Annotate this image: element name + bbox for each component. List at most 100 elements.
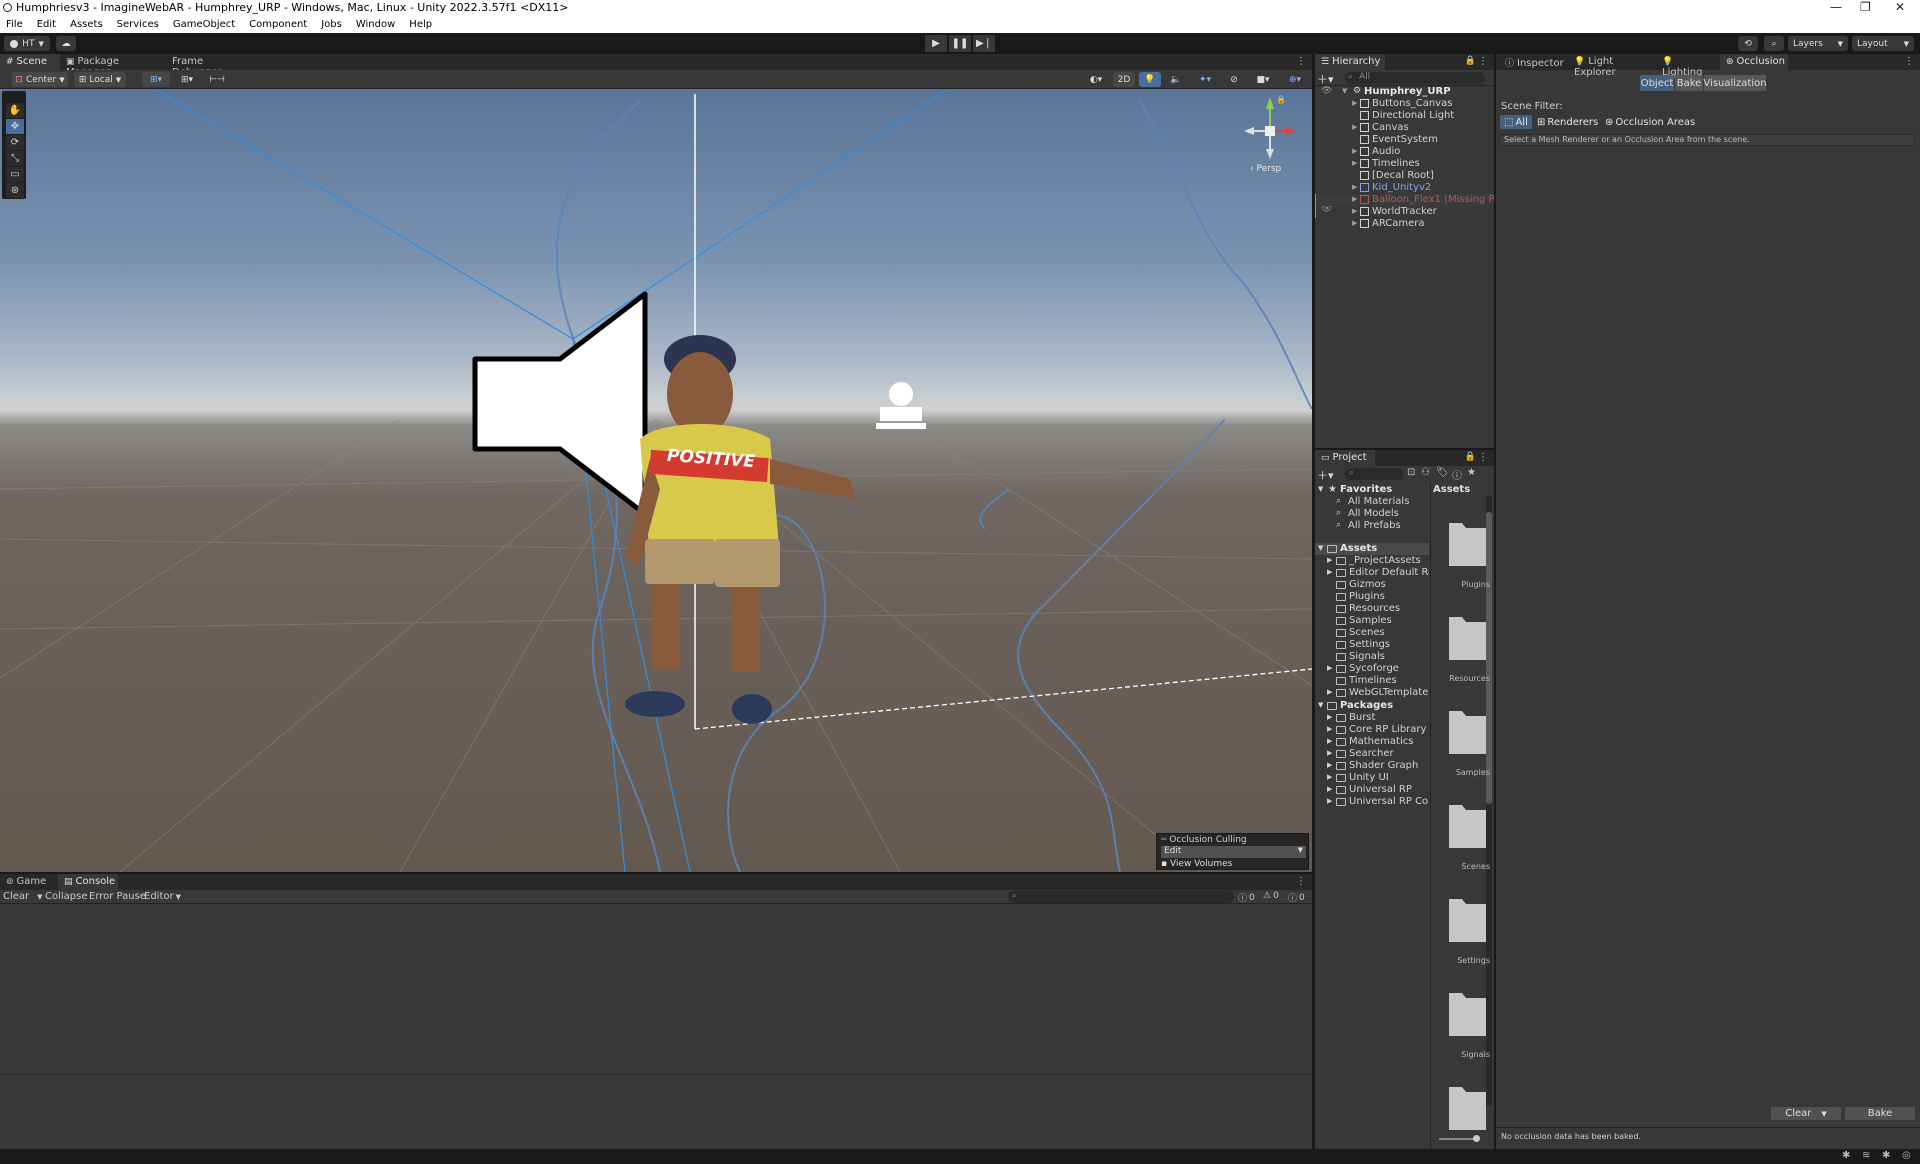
clear-bake-dropdown[interactable]: Clear ▼	[1771, 1107, 1841, 1120]
more-options-icon[interactable]: ⋮	[1296, 876, 1306, 887]
hierarchy-item[interactable]: ▶ Buttons_Canvas	[1315, 98, 1494, 110]
rect-tool-icon[interactable]: ▭	[6, 167, 24, 182]
favorite-item[interactable]: ⌕ All Prefabs	[1315, 520, 1429, 532]
maximize-button[interactable]: ❐	[1860, 0, 1871, 14]
favorites-header[interactable]: ▼ ★ Favorites	[1315, 484, 1429, 496]
error-count-toggle[interactable]: ⓘ 0	[1288, 891, 1305, 905]
expand-arrow-icon[interactable]: ▶	[1352, 207, 1357, 215]
expand-arrow-icon[interactable]: ▶	[1327, 664, 1332, 672]
asset-folder-item[interactable]: Scenes	[1315, 627, 1429, 639]
asset-folder-item[interactable]: Samples	[1315, 615, 1429, 627]
occlusion-bake-tab[interactable]: Bake	[1675, 75, 1703, 91]
asset-folder-item[interactable]: ▶ _ProjectAssets	[1315, 555, 1429, 567]
hidden-objects-toggle[interactable]: ⊘	[1223, 72, 1245, 87]
expand-arrow-icon[interactable]: ▶	[1352, 123, 1357, 131]
expand-arrow-icon[interactable]: ▶	[1352, 183, 1357, 191]
persp-label[interactable]: ‹ Persp	[1250, 164, 1281, 174]
tab-package-manager[interactable]: ▣Package Manager	[60, 54, 162, 78]
menu-gameobject[interactable]: GameObject	[166, 16, 242, 30]
tab-occlusion[interactable]: ⊛ Occlusion	[1720, 54, 1788, 70]
more-options-icon[interactable]: ⋮	[1478, 452, 1488, 463]
hierarchy-item[interactable]: [Decal Root]	[1315, 170, 1494, 182]
menu-services[interactable]: Services	[110, 16, 166, 30]
play-button[interactable]: ▶	[925, 35, 947, 52]
filter-all-button[interactable]: ⬚ All	[1500, 115, 1532, 129]
light-gizmo[interactable]	[876, 382, 926, 429]
hierarchy-item[interactable]: ▶ Audio	[1315, 146, 1494, 158]
expand-arrow-icon[interactable]: ▶	[1327, 556, 1332, 564]
package-item[interactable]: ▶ Shader Graph	[1315, 760, 1429, 772]
account-dropdown[interactable]: HT ▼	[4, 36, 50, 51]
package-item[interactable]: ▶ Core RP Library	[1315, 724, 1429, 736]
lighting-toggle[interactable]: 💡	[1139, 72, 1161, 87]
expand-arrow-icon[interactable]: ▶	[1327, 761, 1332, 769]
progress-icon[interactable]: ≋	[1862, 1150, 1870, 1161]
hierarchy-item[interactable]: Directional Light	[1315, 110, 1494, 122]
tab-scene[interactable]: # Scene	[0, 54, 60, 70]
audio-toggle[interactable]: 🔈	[1165, 72, 1187, 87]
asset-grid-folder[interactable]	[1448, 895, 1486, 943]
layout-dropdown[interactable]: Layout ▼	[1852, 36, 1914, 51]
packages-root[interactable]: ▼ Packages	[1315, 700, 1429, 712]
assets-root[interactable]: ▼ Assets	[1315, 543, 1429, 555]
search-by-type-icon[interactable]: ⊡	[1407, 467, 1415, 478]
star-icon[interactable]: ★	[1467, 467, 1476, 478]
package-item[interactable]: ▶ Universal RP	[1315, 784, 1429, 796]
bake-button[interactable]: Bake	[1845, 1107, 1915, 1120]
hierarchy-search-input[interactable]: ⌕ All	[1345, 72, 1485, 84]
hierarchy-item[interactable]: ▶ Balloon_Flex1 (Missing Prefab)	[1315, 194, 1494, 206]
orientation-gizmo[interactable]: 🔒	[1230, 95, 1300, 165]
asset-folder-item[interactable]: Plugins	[1315, 591, 1429, 603]
info-icon[interactable]: ⓘ	[1452, 467, 1462, 482]
asset-grid-folder[interactable]	[1448, 989, 1486, 1037]
expand-arrow-icon[interactable]: ▶	[1327, 797, 1332, 805]
clear-button[interactable]: Clear ▼	[3, 891, 43, 902]
asset-folder-item[interactable]: Resources	[1315, 603, 1429, 615]
tab-lighting[interactable]: 💡Lighting	[1656, 54, 1718, 78]
step-button[interactable]: ▶❘	[973, 35, 995, 52]
asset-grid-folder[interactable]	[1448, 707, 1486, 755]
package-item[interactable]: ▶ Universal RP Config	[1315, 796, 1429, 808]
package-item[interactable]: ▶ Unity UI	[1315, 772, 1429, 784]
tab-project[interactable]: ▭ Project	[1315, 450, 1375, 466]
bug-icon[interactable]: ✱	[1842, 1150, 1850, 1161]
info-count-toggle[interactable]: ⓘ 0	[1238, 891, 1255, 905]
expand-arrow-icon[interactable]: ▶	[1352, 147, 1357, 155]
asset-folder-item[interactable]: ▶ WebGLTemplates	[1315, 687, 1429, 699]
collapse-toggle[interactable]: Collapse	[45, 891, 88, 902]
occlusion-object-tab[interactable]: Object	[1640, 75, 1674, 91]
package-item[interactable]: ▶ Mathematics	[1315, 736, 1429, 748]
expand-arrow-icon[interactable]: ▶	[1327, 773, 1332, 781]
more-options-icon[interactable]: ⋮	[1904, 56, 1914, 67]
menu-file[interactable]: File	[0, 16, 30, 30]
move-tool-icon[interactable]: ✥	[6, 119, 24, 134]
filter-icon[interactable]: ⚇	[1421, 467, 1430, 478]
asset-grid-folder[interactable]	[1448, 613, 1486, 661]
expand-arrow-icon[interactable]: ▶	[1327, 725, 1332, 733]
scene-viewport[interactable]: POSITIVE ✋ ✥ ⟳ ⤡ ▭ ⊛ 🔒 ‹ Persp ═ Occlusi…	[0, 89, 1312, 872]
more-options-icon[interactable]: ⋮	[1296, 56, 1306, 67]
expand-arrow-icon[interactable]: ▶	[1327, 785, 1332, 793]
expand-arrow-icon[interactable]: ▶	[1327, 713, 1332, 721]
expand-arrow-icon[interactable]: ▶	[1352, 195, 1357, 203]
warning-count-toggle[interactable]: ⚠ 0	[1263, 891, 1279, 901]
kid-character[interactable]	[625, 335, 855, 724]
hierarchy-item[interactable]: ▶ ARCamera	[1315, 218, 1494, 230]
package-item[interactable]: ▶ Searcher	[1315, 748, 1429, 760]
cloud-button[interactable]: ☁	[56, 36, 76, 51]
expand-arrow-icon[interactable]: ▶	[1327, 568, 1332, 576]
hand-tool-icon[interactable]: ✋	[6, 103, 24, 118]
effects-dropdown[interactable]: ✦▾	[1191, 72, 1219, 87]
asset-grid-folder[interactable]	[1448, 519, 1486, 567]
expand-arrow-icon[interactable]: ▶	[1327, 737, 1332, 745]
menu-component[interactable]: Component	[242, 16, 314, 30]
pause-button[interactable]: ❚❚	[949, 35, 971, 52]
toggle-2d-button[interactable]: 2D	[1113, 72, 1135, 87]
expand-arrow-icon[interactable]: ▶	[1327, 688, 1332, 696]
hierarchy-item[interactable]: ▶ Canvas	[1315, 122, 1494, 134]
hierarchy-item[interactable]: ▶ Timelines	[1315, 158, 1494, 170]
label-icon[interactable]: 🏷	[1436, 467, 1449, 478]
lock-icon[interactable]: 🔒	[1276, 95, 1286, 104]
view-volumes-checkbox[interactable]: ▪ View Volumes	[1161, 859, 1232, 869]
asset-folder-item[interactable]: Signals	[1315, 651, 1429, 663]
